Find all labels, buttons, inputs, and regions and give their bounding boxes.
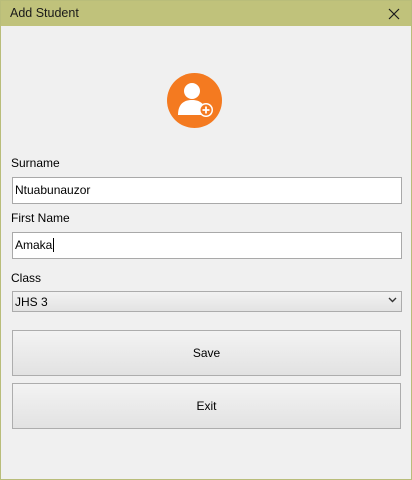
class-dropdown[interactable]: JHS 3 <box>12 291 402 312</box>
class-label: Class <box>11 271 42 285</box>
surname-field[interactable]: Ntuabunauzor <box>12 177 402 204</box>
chevron-down-icon <box>388 297 397 303</box>
class-selected-value: JHS 3 <box>15 295 48 309</box>
text-caret <box>53 238 55 252</box>
save-button[interactable]: Save <box>12 330 401 376</box>
first-name-label: First Name <box>11 211 70 225</box>
close-button[interactable] <box>377 1 411 26</box>
surname-label: Surname <box>11 156 60 170</box>
first-name-value: Amaka <box>15 238 53 252</box>
add-student-window: Add Student Surname Ntuabunauzor First N… <box>0 0 412 480</box>
window-title: Add Student <box>10 6 79 20</box>
exit-button-label: Exit <box>196 399 217 413</box>
close-icon <box>388 8 400 19</box>
surname-value: Ntuabunauzor <box>15 183 91 197</box>
title-bar[interactable]: Add Student <box>1 1 411 26</box>
user-add-icon <box>167 73 222 128</box>
save-button-label: Save <box>192 346 221 360</box>
exit-button[interactable]: Exit <box>12 383 401 429</box>
first-name-field[interactable]: Amaka <box>12 232 402 259</box>
